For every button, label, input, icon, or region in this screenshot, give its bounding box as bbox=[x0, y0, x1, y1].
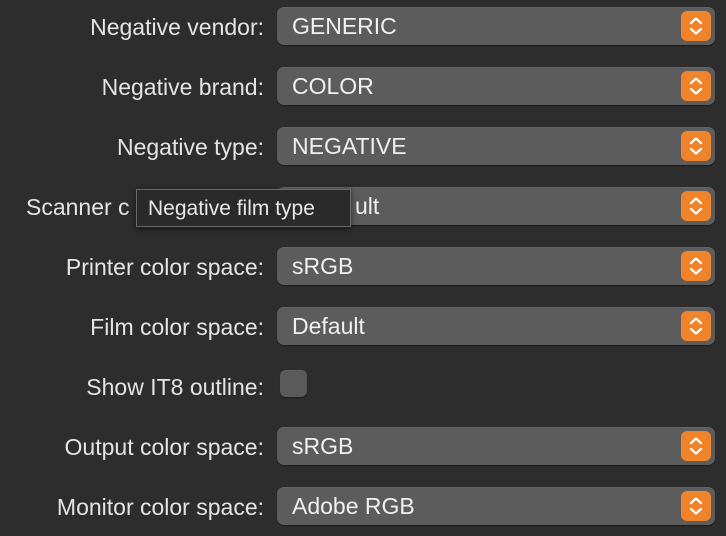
monitor-color-space-label: Monitor color space: bbox=[56, 494, 264, 520]
output-color-space-label: Output color space: bbox=[64, 434, 264, 460]
film-color-space-value: Default bbox=[292, 313, 365, 339]
chevron-up-down-icon bbox=[681, 491, 711, 521]
chevron-up-down-icon bbox=[681, 311, 711, 341]
setting-row-show-it8-outline: Show IT8 outline: bbox=[0, 367, 726, 407]
printer-color-space-label: Printer color space: bbox=[65, 254, 264, 280]
setting-row-negative-type: Negative type: NEGATIVE bbox=[0, 127, 726, 167]
monitor-color-space-popup[interactable]: Adobe RGB bbox=[277, 487, 715, 525]
negative-type-value: NEGATIVE bbox=[292, 133, 407, 159]
chevron-up-down-icon bbox=[681, 11, 711, 41]
printer-color-space-popup[interactable]: sRGB bbox=[277, 247, 715, 285]
tooltip-text: Negative film type bbox=[148, 197, 315, 220]
negative-brand-popup[interactable]: COLOR bbox=[277, 67, 715, 105]
show-it8-outline-checkbox[interactable] bbox=[280, 370, 307, 397]
negative-vendor-popup[interactable]: GENERIC bbox=[277, 7, 715, 45]
output-color-space-popup[interactable]: sRGB bbox=[277, 427, 715, 465]
setting-row-film-color-space: Film color space: Default bbox=[0, 307, 726, 347]
scanner-label: Scanner c bbox=[26, 194, 130, 220]
setting-row-scanner: Scanner c ult bbox=[0, 187, 726, 227]
show-it8-outline-label: Show IT8 outline: bbox=[86, 374, 264, 400]
negative-vendor-value: GENERIC bbox=[292, 13, 397, 39]
printer-color-space-value: sRGB bbox=[292, 253, 354, 279]
chevron-up-down-icon bbox=[681, 71, 711, 101]
scanner-value: ult bbox=[355, 193, 380, 219]
negative-type-label: Negative type: bbox=[116, 134, 264, 160]
setting-row-negative-brand: Negative brand: COLOR bbox=[0, 67, 726, 107]
monitor-color-space-value: Adobe RGB bbox=[292, 493, 415, 519]
chevron-up-down-icon bbox=[681, 251, 711, 281]
setting-row-output-color-space: Output color space: sRGB bbox=[0, 427, 726, 467]
setting-row-printer-color-space: Printer color space: sRGB bbox=[0, 247, 726, 287]
output-color-space-value: sRGB bbox=[292, 433, 354, 459]
setting-row-negative-vendor: Negative vendor: GENERIC bbox=[0, 7, 726, 47]
negative-brand-label: Negative brand: bbox=[101, 74, 264, 100]
setting-row-monitor-color-space: Monitor color space: Adobe RGB bbox=[0, 487, 726, 527]
chevron-up-down-icon bbox=[681, 131, 711, 161]
film-color-space-label: Film color space: bbox=[90, 314, 264, 340]
negative-type-popup[interactable]: NEGATIVE bbox=[277, 127, 715, 165]
chevron-up-down-icon bbox=[681, 431, 711, 461]
chevron-up-down-icon bbox=[681, 191, 711, 221]
film-color-space-popup[interactable]: Default bbox=[277, 307, 715, 345]
negative-brand-value: COLOR bbox=[292, 73, 374, 99]
negative-vendor-label: Negative vendor: bbox=[90, 14, 264, 40]
tooltip: Negative film type bbox=[136, 189, 351, 227]
